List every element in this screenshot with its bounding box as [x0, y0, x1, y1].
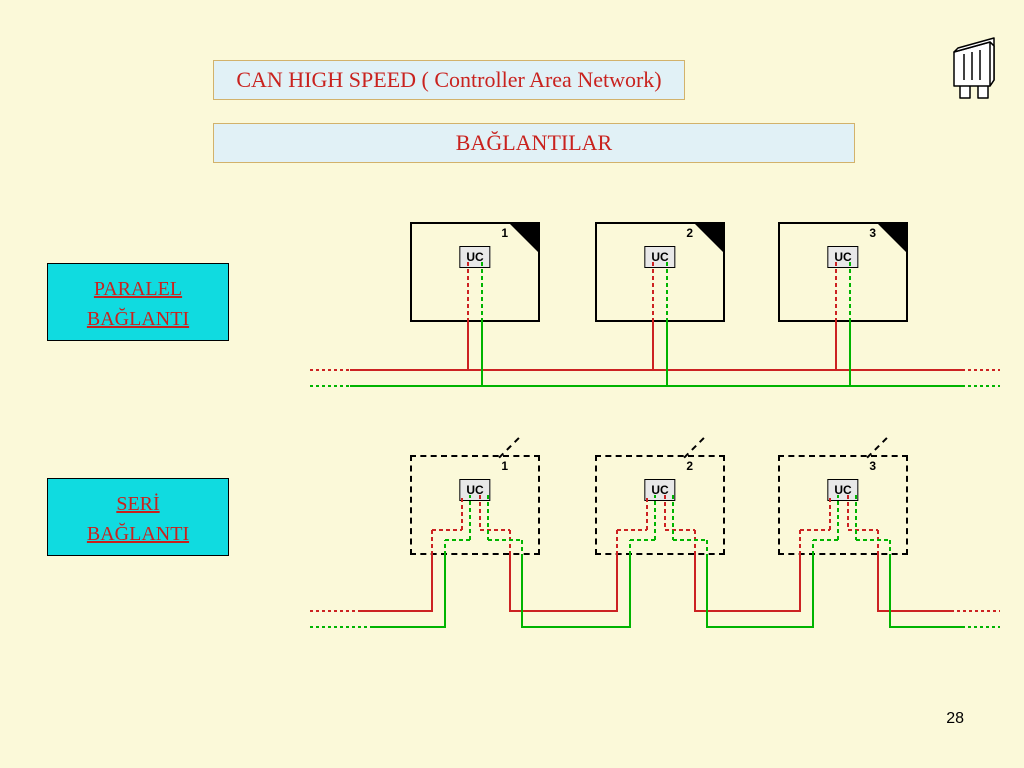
module-number: 1: [501, 459, 508, 473]
uc-chip: UC: [644, 246, 675, 268]
uc-chip: UC: [827, 479, 858, 501]
title-sub-text: BAĞLANTILAR: [456, 130, 612, 155]
module-corner: [510, 457, 538, 485]
module-corner: [878, 224, 906, 252]
label-serial-line1: SERİ: [116, 493, 159, 515]
title-main: CAN HIGH SPEED ( Controller Area Network…: [213, 60, 685, 100]
label-parallel-line1: PARALEL: [94, 278, 182, 300]
page-number: 28: [946, 710, 964, 728]
module-number: 3: [869, 459, 876, 473]
uc-chip: UC: [459, 246, 490, 268]
label-parallel: PARALEL BAĞLANTI: [47, 263, 229, 341]
wires-layer: [0, 0, 1024, 768]
module-corner: [878, 457, 906, 485]
module-corner: [510, 224, 538, 252]
module-corner: [695, 224, 723, 252]
label-parallel-line2: BAĞLANTI: [87, 308, 189, 330]
module-serial-1: 1 UC: [410, 455, 540, 555]
connector-icon-svg: [942, 32, 1006, 110]
label-serial-line2: BAĞLANTI: [87, 523, 189, 545]
title-sub: BAĞLANTILAR: [213, 123, 855, 163]
module-number: 3: [869, 226, 876, 240]
module-serial-2: 2 UC: [595, 455, 725, 555]
title-main-text: CAN HIGH SPEED ( Controller Area Network…: [236, 67, 661, 92]
module-corner: [695, 457, 723, 485]
module-parallel-2: 2 UC: [595, 222, 725, 322]
module-parallel-3: 3 UC: [778, 222, 908, 322]
connector-icon: [942, 32, 1006, 110]
module-parallel-1: 1 UC: [410, 222, 540, 322]
uc-chip: UC: [644, 479, 675, 501]
module-number: 2: [686, 459, 693, 473]
uc-chip: UC: [827, 246, 858, 268]
module-number: 1: [501, 226, 508, 240]
module-serial-3: 3 UC: [778, 455, 908, 555]
uc-chip: UC: [459, 479, 490, 501]
label-serial: SERİ BAĞLANTI: [47, 478, 229, 556]
module-number: 2: [686, 226, 693, 240]
